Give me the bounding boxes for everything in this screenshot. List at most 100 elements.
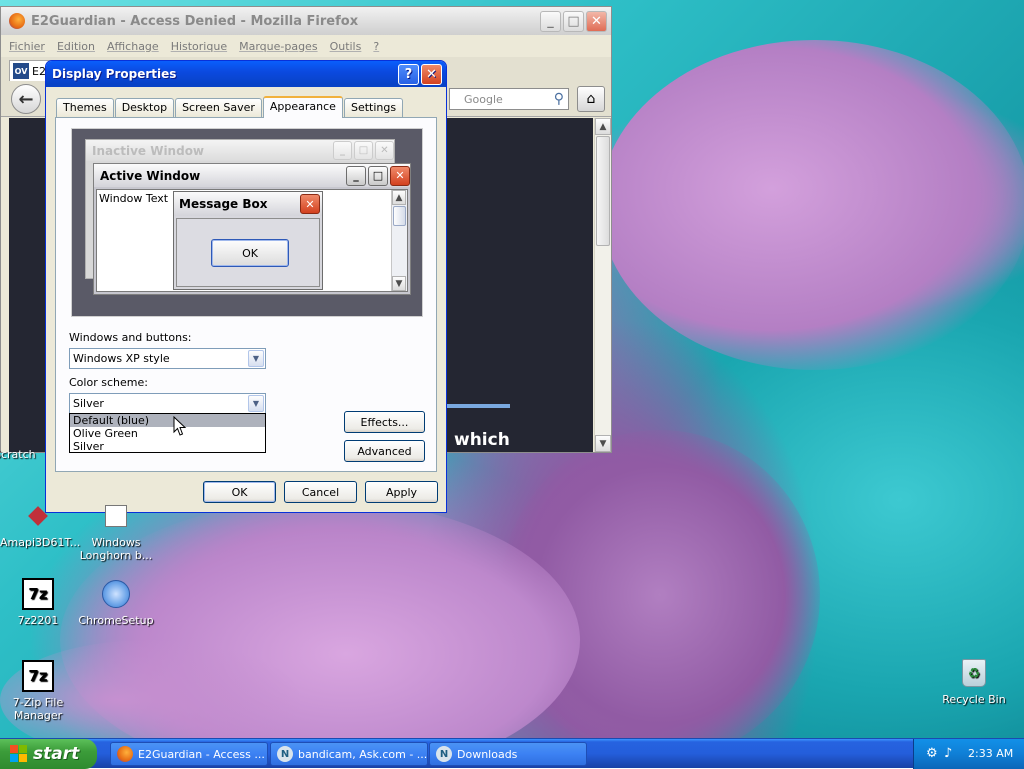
taskbar: start E2Guardian - Access ... N bandicam… bbox=[0, 738, 1024, 769]
scroll-down-icon: ▼ bbox=[392, 276, 406, 291]
dialog-title-bar[interactable]: Display Properties ? ✕ bbox=[46, 61, 446, 87]
close-icon[interactable]: ✕ bbox=[586, 10, 607, 32]
cancel-button[interactable]: Cancel bbox=[284, 481, 357, 503]
preview-message-title-bar: Message Box ✕ bbox=[174, 192, 322, 216]
menu-edition[interactable]: Edition bbox=[57, 40, 95, 53]
scroll-thumb bbox=[393, 206, 406, 226]
desktop-icon-partial[interactable]: Scratch bbox=[0, 448, 54, 461]
windows-buttons-select[interactable]: Windows XP style ▼ bbox=[69, 348, 266, 369]
taskbar-button-firefox-label: E2Guardian - Access ... bbox=[138, 747, 265, 761]
color-scheme-select[interactable]: Silver ▼ bbox=[69, 393, 266, 414]
firefox-icon bbox=[9, 13, 25, 29]
desktop-icon-recycle-bin[interactable]: ♻ Recycle Bin bbox=[936, 657, 1012, 706]
desktop-icon-longhorn[interactable]: Windows Longhorn b... bbox=[78, 500, 154, 562]
firefox-title: E2Guardian - Access Denied - Mozilla Fir… bbox=[31, 13, 359, 29]
minimize-icon[interactable]: _ bbox=[540, 10, 561, 32]
minimize-icon: _ bbox=[333, 141, 352, 160]
mouse-cursor-icon bbox=[173, 416, 187, 436]
desktop-icon-amapi-label: Amapi3D61T... bbox=[0, 536, 81, 549]
start-button[interactable]: start bbox=[0, 739, 97, 769]
firefox-title-bar[interactable]: E2Guardian - Access Denied - Mozilla Fir… bbox=[1, 7, 611, 35]
preview-active-title: Active Window bbox=[100, 168, 201, 183]
recycle-bin-icon: ♻ bbox=[958, 657, 990, 689]
amapi-icon bbox=[22, 500, 54, 532]
windows-buttons-label: Windows and buttons: bbox=[69, 331, 192, 344]
clock[interactable]: 2:33 AM bbox=[968, 747, 1013, 760]
taskbar-button-downloads-label: Downloads bbox=[457, 747, 518, 761]
taskbar-button-bandicam[interactable]: N bandicam, Ask.com - ... bbox=[270, 742, 428, 766]
dialog-tabs: Themes Desktop Screen Saver Appearance S… bbox=[56, 95, 404, 118]
taskbar-button-bandicam-label: bandicam, Ask.com - ... bbox=[298, 747, 428, 761]
preview-scrollbar: ▲ ▼ bbox=[391, 190, 407, 291]
appearance-preview: Inactive Window _ □ ✕ Active Window _ □ bbox=[71, 128, 423, 317]
color-scheme-option-olive-green[interactable]: Olive Green bbox=[70, 427, 265, 440]
maximize-icon: □ bbox=[354, 141, 373, 160]
close-icon: ✕ bbox=[300, 194, 320, 214]
preview-message-title: Message Box bbox=[179, 197, 268, 211]
windows-flag-icon bbox=[10, 745, 28, 763]
search-input[interactable]: Google ⚲ bbox=[449, 88, 569, 110]
minimize-icon: _ bbox=[346, 165, 366, 186]
dialog-title: Display Properties bbox=[52, 67, 177, 81]
preview-message-body: OK bbox=[176, 218, 320, 287]
display-properties-dialog[interactable]: Display Properties ? ✕ Themes Desktop Sc… bbox=[45, 60, 447, 513]
menu-affichage[interactable]: Affichage bbox=[107, 40, 159, 53]
tab-appearance[interactable]: Appearance bbox=[262, 96, 343, 118]
tab-screen-saver[interactable]: Screen Saver bbox=[175, 98, 262, 117]
menu-historique[interactable]: Historique bbox=[171, 40, 227, 53]
color-scheme-dropdown-list: Default (blue) Olive Green Silver bbox=[69, 413, 266, 453]
back-icon[interactable]: ← bbox=[11, 84, 41, 114]
preview-window-text: Window Text bbox=[99, 192, 169, 205]
preview-inactive-title-bar: Inactive Window _ □ ✕ bbox=[86, 140, 394, 161]
home-icon[interactable]: ⌂ bbox=[577, 86, 605, 112]
chevron-down-icon[interactable]: ▼ bbox=[248, 350, 264, 367]
desktop-icon-7z2201-label: 7z2201 bbox=[17, 614, 59, 627]
apply-button[interactable]: Apply bbox=[365, 481, 438, 503]
tab-themes[interactable]: Themes bbox=[56, 98, 114, 117]
firefox-menubar: Fichier Edition Affichage Historique Mar… bbox=[1, 35, 611, 57]
close-icon: ✕ bbox=[390, 165, 410, 186]
color-scheme-option-silver[interactable]: Silver bbox=[70, 440, 265, 453]
desktop-icon-recycle-bin-label: Recycle Bin bbox=[942, 693, 1006, 706]
advanced-button[interactable]: Advanced bbox=[344, 440, 425, 462]
tab-desktop[interactable]: Desktop bbox=[114, 98, 175, 117]
page-scrollbar[interactable]: ▲ ▼ bbox=[594, 118, 611, 452]
color-scheme-option-default-blue[interactable]: Default (blue) bbox=[70, 414, 265, 427]
windows-buttons-value: Windows XP style bbox=[73, 352, 170, 365]
ok-button[interactable]: OK bbox=[203, 481, 276, 503]
document-icon bbox=[100, 500, 132, 532]
close-icon: ✕ bbox=[375, 141, 394, 160]
desktop-icon-chromesetup-label: ChromeSetup bbox=[78, 614, 154, 627]
tab-label: E2 bbox=[32, 64, 46, 78]
tab-settings[interactable]: Settings bbox=[343, 98, 404, 117]
scroll-up-icon[interactable]: ▲ bbox=[595, 118, 611, 135]
help-icon[interactable]: ? bbox=[398, 63, 419, 85]
system-tray: ⚙ ♪ 2:33 AM bbox=[913, 739, 1024, 769]
scroll-thumb[interactable] bbox=[596, 136, 610, 246]
menu-marque-pages[interactable]: Marque-pages bbox=[239, 40, 317, 53]
desktop-icon-7zip-manager[interactable]: 7z 7-Zip File Manager bbox=[0, 660, 76, 722]
scroll-down-icon[interactable]: ▼ bbox=[595, 435, 611, 452]
color-scheme-label: Color scheme: bbox=[69, 376, 148, 389]
desktop-icon-7z2201[interactable]: 7z 7z2201 bbox=[0, 578, 76, 627]
taskbar-button-firefox[interactable]: E2Guardian - Access ... bbox=[110, 742, 268, 766]
sevenzip-icon: 7z bbox=[22, 578, 54, 610]
preview-active-title-bar: Active Window _ □ ✕ bbox=[94, 164, 410, 187]
color-scheme-value: Silver bbox=[73, 397, 104, 410]
site-favicon: OV bbox=[13, 63, 29, 79]
close-icon[interactable]: ✕ bbox=[421, 63, 442, 85]
desktop-icon-amapi[interactable]: Amapi3D61T... bbox=[0, 500, 80, 549]
sevenzip-icon: 7z bbox=[22, 660, 54, 692]
desktop-icon-chromesetup[interactable]: ChromeSetup bbox=[78, 578, 154, 627]
tray-network-icon[interactable]: ⚙ bbox=[926, 746, 938, 761]
effects-button[interactable]: Effects... bbox=[344, 411, 425, 433]
n-icon: N bbox=[277, 746, 293, 762]
chevron-down-icon[interactable]: ▼ bbox=[248, 395, 264, 412]
menu-help[interactable]: ? bbox=[373, 40, 379, 53]
tray-volume-icon[interactable]: ♪ bbox=[944, 746, 952, 761]
maximize-icon[interactable]: □ bbox=[563, 10, 584, 32]
taskbar-button-downloads[interactable]: N Downloads bbox=[429, 742, 587, 766]
menu-fichier[interactable]: Fichier bbox=[9, 40, 45, 53]
search-icon[interactable]: ⚲ bbox=[554, 91, 564, 107]
menu-outils[interactable]: Outils bbox=[330, 40, 362, 53]
